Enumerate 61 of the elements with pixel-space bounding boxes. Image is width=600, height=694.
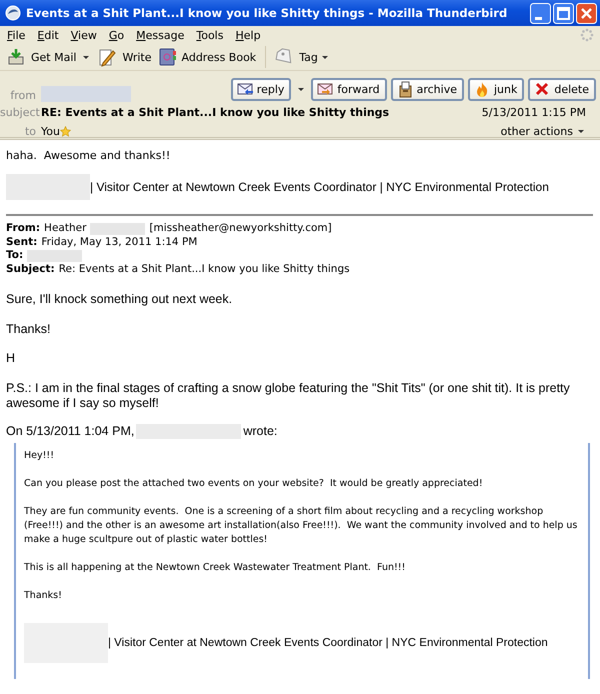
recipient-text: You: [41, 124, 60, 138]
quoted-paragraph: This is all happening at the Newtown Creek Wastewater Treatment Plant. Fun!!!: [24, 560, 406, 574]
star-icon: [60, 126, 71, 136]
header-value: Friday, May 13, 2011 1:14 PM: [41, 236, 198, 249]
toolbar-button[interactable]: Address Book: [154, 46, 260, 68]
quoted-paragraph: Can you please post the attached two events on your website? It would be greatly appreciated!: [24, 476, 484, 490]
menu-item[interactable]: Go: [108, 28, 132, 42]
toolbar-button[interactable]: Write: [95, 46, 154, 68]
header-label: To:: [6, 249, 24, 262]
header-value: Heather: [44, 222, 86, 236]
message-paragraph: P.S.: I am in the final stages of crafting a snow globe featuring the "Shit Tits" (or one shit tit). It is pretty awesome if I say so myself!: [6, 380, 571, 412]
envelope-arrow-icon: [236, 80, 254, 98]
file-box-icon: [396, 80, 414, 98]
action-button[interactable]: junk: [468, 78, 524, 100]
dropdown-caret-icon[interactable]: [83, 56, 90, 58]
header-value: [missheather@newyorkshitty.com]: [149, 222, 332, 236]
message-text: haha. Awesome and thanks!!: [6, 149, 172, 162]
header-label: From:: [6, 222, 40, 236]
field-label: from: [9, 89, 37, 102]
action-button[interactable]: reply: [230, 78, 292, 100]
address-book-icon: [158, 48, 178, 66]
window-title: Events at a Shit Plant...I know you like Shitty things - Mozilla Thunderbird: [26, 6, 508, 20]
subject-text: RE: Events at a Shit Plant...I know you like Shitty things: [41, 106, 390, 118]
activity-throbber-icon: [580, 28, 594, 42]
caret-icon: [322, 56, 328, 58]
dropdown-caret-icon[interactable]: [298, 88, 304, 90]
action-button[interactable]: delete: [528, 78, 596, 100]
menu-item[interactable]: Message: [135, 28, 192, 42]
header-label: Subject:: [6, 262, 55, 276]
menu-item[interactable]: Tools: [195, 28, 230, 42]
envelope-arrow-icon: [317, 80, 334, 98]
maximize-button[interactable]: [553, 2, 574, 24]
header-label: Sent:: [6, 236, 38, 249]
pencil-note-icon: [98, 48, 118, 66]
quoted-paragraph: Hey!!!: [24, 448, 56, 462]
message-paragraph: Sure, I'll knock something out next week.: [6, 292, 234, 308]
action-button[interactable]: archive: [390, 78, 464, 100]
field-label: subject: [0, 106, 41, 118]
signature-text: | Visitor Center at Newtown Creek Events Coordinator | NYC Environmental Protection: [108, 636, 548, 648]
menu-item[interactable]: View: [70, 28, 104, 42]
field-label: to: [24, 124, 37, 138]
quoted-paragraph: They are fun community events. One is a screening of a short film about recycling and a recycling workshop (Free!!!) and the other is an awesome art installation(also Free!!!). We want the community involved and to help us make a huge scultpure out of plastic water bottles!: [24, 504, 578, 546]
header-value: Re: Events at a Shit Plant...I know you like Shitty things: [58, 262, 350, 276]
toolbar-button[interactable]: Tag: [272, 46, 331, 68]
app-icon: [5, 5, 21, 21]
quoted-paragraph: Thanks!: [24, 588, 63, 602]
signature-text: | Visitor Center at Newtown Creek Events Coordinator | NYC Environmental Protection: [90, 180, 549, 194]
attribution-text: On 5/13/2011 1:04 PM,: [6, 424, 134, 438]
date-text: 5/13/2011 1:15 PM: [482, 106, 587, 118]
caret-icon: [578, 130, 584, 132]
minimize-button[interactable]: [530, 2, 551, 24]
other-actions-menu[interactable]: other actions: [500, 124, 596, 138]
attribution-text: wrote:: [243, 424, 278, 438]
toolbar-button[interactable]: Get Mail: [4, 46, 80, 68]
message-paragraph: Thanks!: [6, 322, 52, 337]
menu-item[interactable]: Edit: [36, 28, 66, 42]
close-button[interactable]: [576, 2, 597, 24]
action-button[interactable]: forward: [311, 78, 387, 100]
menu-item[interactable]: File: [6, 28, 32, 42]
menu-item[interactable]: Help: [234, 28, 268, 42]
message-paragraph: H: [6, 351, 16, 366]
